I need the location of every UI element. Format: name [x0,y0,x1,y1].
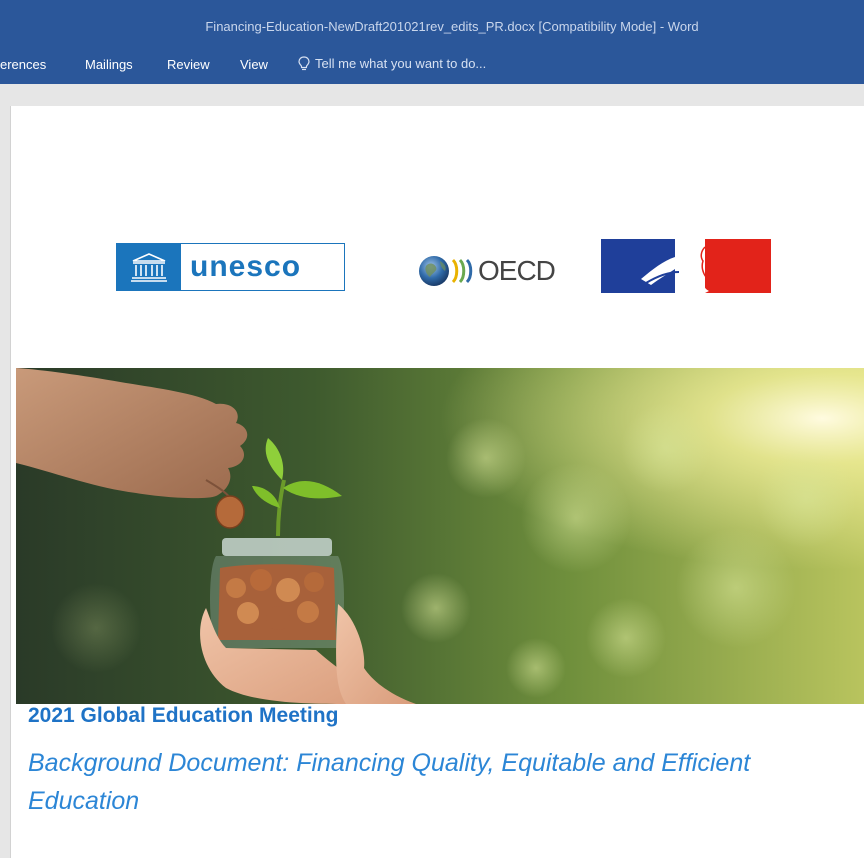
tell-me-label: Tell me what you want to do... [315,56,487,71]
tab-references[interactable]: erences [0,57,46,72]
tab-review[interactable]: Review [167,57,210,72]
unesco-logo: unesco [116,243,345,291]
lightbulb-icon [298,56,310,71]
hero-image [16,368,864,704]
document-heading: 2021 Global Education Meeting [28,704,339,727]
document-subtitle: Background Document: Financing Quality, … [28,749,751,815]
oecd-logo: OECD [414,250,574,290]
tab-mailings[interactable]: Mailings [85,57,133,72]
tell-me-search[interactable]: Tell me what you want to do... [298,56,486,71]
unesco-wordmark: unesco [190,250,302,283]
globe-icon [419,256,473,286]
title-bar: Financing-Education-NewDraft201021rev_ed… [0,0,864,48]
window-title: Financing-Education-NewDraft201021rev_ed… [205,19,699,34]
oecd-wordmark: OECD [478,255,556,286]
ribbon-separator [0,84,864,106]
ribbon-tabs: erences Mailings Review View Tell me wha… [0,48,864,84]
french-republic-logo [601,239,771,293]
unesco-temple-emblem [117,244,181,290]
document-page[interactable]: unesco OECD 2021 Global Education Meetin… [10,106,864,858]
tab-view[interactable]: View [240,57,268,72]
